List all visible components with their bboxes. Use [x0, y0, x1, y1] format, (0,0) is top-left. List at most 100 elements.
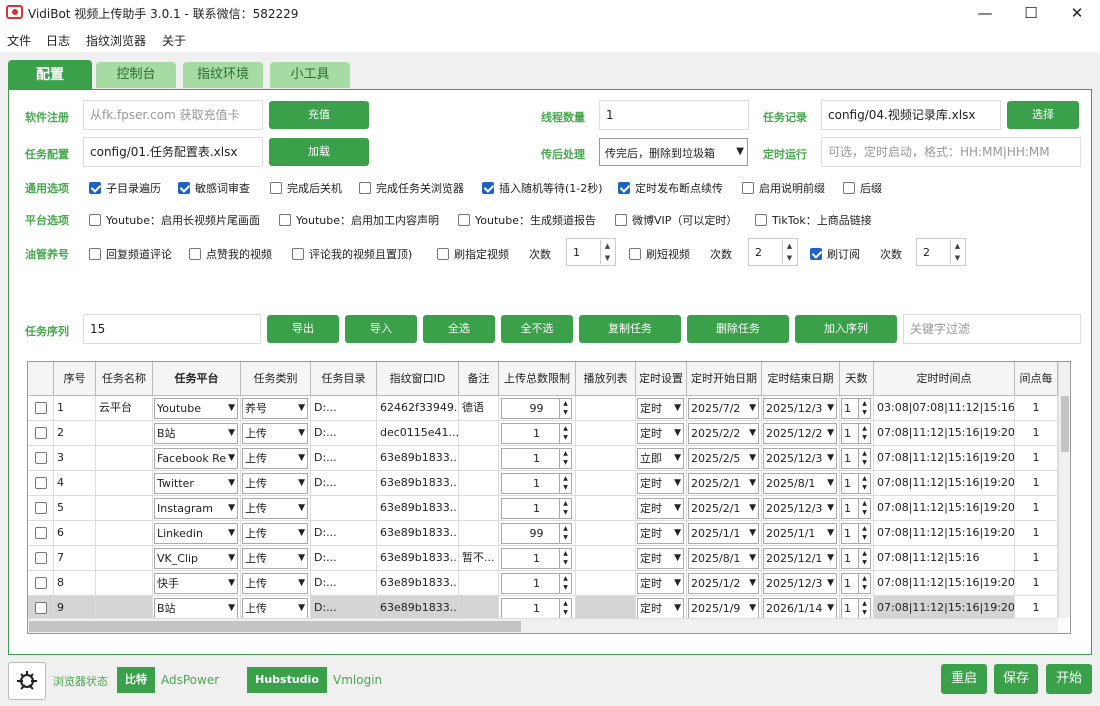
end-date-picker[interactable]: 2025/12/3 ▼ [763, 498, 837, 519]
option-random-wait[interactable]: 插入随机等待(1-2秒) [482, 180, 603, 196]
option-suffix[interactable]: 后缀 [843, 180, 882, 196]
checkbox[interactable] [458, 214, 470, 226]
checkbox[interactable] [437, 248, 449, 260]
stepper-arrows-icon[interactable]: ▲ ▼ [600, 240, 614, 264]
checkbox[interactable] [89, 248, 101, 260]
save-button[interactable]: 保存 [994, 664, 1038, 694]
vertical-scrollbar[interactable] [1058, 362, 1070, 618]
checkbox-checked[interactable] [810, 248, 822, 260]
type-select[interactable]: 上传 ▼ [242, 548, 308, 569]
option-tiktok-link[interactable]: TikTok：上商品链接 [755, 212, 872, 228]
row-checkbox-cell[interactable] [28, 571, 54, 596]
start-date-picker[interactable]: 2025/8/1 ▼ [688, 548, 759, 569]
start-date-picker[interactable]: 2025/1/9 ▼ [688, 598, 759, 619]
recharge-button[interactable]: 充值 [269, 101, 369, 129]
count-stepper-2[interactable]: 2 ▲ ▼ [748, 238, 798, 266]
checkbox-checked[interactable] [482, 182, 494, 194]
tab-tools[interactable]: 小工具 [270, 62, 350, 88]
export-button[interactable]: 导出 [267, 315, 339, 343]
record-file-input[interactable]: config/04.视频记录库.xlsx [821, 100, 1001, 130]
stepper-arrows-icon[interactable]: ▲ ▼ [559, 424, 571, 443]
end-date-picker[interactable]: 2025/12/3 ▼ [763, 573, 837, 594]
end-date-picker[interactable]: 2025/12/2 ▼ [763, 423, 837, 444]
checkbox[interactable] [755, 214, 767, 226]
limit-stepper[interactable]: 1 ▲ ▼ [501, 423, 572, 444]
option-prefix[interactable]: 启用说明前缀 [742, 180, 825, 196]
timer-input[interactable]: 可选，定时启动，格式：HH:MM|HH:MM [821, 137, 1081, 167]
days-stepper[interactable]: 1 ▲ ▼ [841, 573, 871, 594]
timing-select[interactable]: 定时 ▼ [637, 473, 684, 494]
checkbox[interactable] [615, 214, 627, 226]
keyword-filter-input[interactable]: 关键字过滤 [903, 314, 1081, 344]
select-all-button[interactable]: 全选 [423, 315, 495, 343]
option-shutdown[interactable]: 完成后关机 [270, 180, 342, 196]
stepper-arrows-icon[interactable]: ▲ ▼ [858, 549, 870, 568]
option-reply-comments[interactable]: 回复频道评论 [89, 246, 172, 262]
start-button[interactable]: 开始 [1046, 664, 1092, 694]
sequence-input[interactable]: 15 [83, 314, 261, 344]
start-date-picker[interactable]: 2025/2/1 ▼ [688, 473, 759, 494]
row-checkbox[interactable] [34, 452, 47, 464]
type-select[interactable]: 上传 ▼ [242, 573, 308, 594]
days-stepper[interactable]: 1 ▲ ▼ [841, 498, 871, 519]
type-select[interactable]: 上传 ▼ [242, 498, 308, 519]
option-yt-declare[interactable]: Youtube：启用加工内容声明 [279, 212, 439, 228]
row-checkbox[interactable] [34, 527, 47, 539]
platform-select[interactable]: Facebook Re ▼ [154, 448, 238, 469]
row-checkbox[interactable] [34, 552, 47, 564]
limit-stepper[interactable]: 99 ▲ ▼ [501, 523, 572, 544]
restart-button[interactable]: 重启 [941, 664, 987, 694]
option-comment-pin[interactable]: 评论我的视频且置顶) [292, 246, 412, 262]
option-watch-subs[interactable]: 刷订阅 [810, 246, 860, 262]
stepper-arrows-icon[interactable]: ▲ ▼ [858, 524, 870, 543]
stepper-arrows-icon[interactable]: ▲ ▼ [858, 399, 870, 418]
checkbox-checked[interactable] [618, 182, 630, 194]
limit-stepper[interactable]: 1 ▲ ▼ [501, 448, 572, 469]
tab-console[interactable]: 控制台 [96, 62, 176, 88]
days-stepper[interactable]: 1 ▲ ▼ [841, 473, 871, 494]
option-watch-specific[interactable]: 刷指定视频 [437, 246, 509, 262]
row-checkbox[interactable] [34, 602, 47, 614]
days-stepper[interactable]: 1 ▲ ▼ [841, 548, 871, 569]
stepper-arrows-icon[interactable]: ▲ ▼ [559, 499, 571, 518]
bitbrowser-button[interactable]: 比特 [117, 667, 155, 693]
timing-select[interactable]: 定时 ▼ [637, 548, 684, 569]
end-date-picker[interactable]: 2026/1/14 ▼ [763, 598, 837, 619]
option-sensitive[interactable]: 敏感词审查 [178, 180, 250, 196]
column-header[interactable]: 备注 [459, 362, 499, 396]
checkbox[interactable] [279, 214, 291, 226]
column-header[interactable]: 任务类别 [241, 362, 311, 396]
column-header[interactable]: 任务名称 [96, 362, 153, 396]
maximize-button[interactable]: ☐ [1008, 0, 1054, 26]
task-config-input[interactable]: config/01.任务配置表.xlsx [83, 137, 263, 167]
timing-select[interactable]: 定时 ▼ [637, 573, 684, 594]
stepper-arrows-icon[interactable]: ▲ ▼ [559, 524, 571, 543]
threads-input[interactable]: 1 [599, 100, 749, 130]
load-button[interactable]: 加载 [269, 138, 369, 166]
platform-select[interactable]: Instagram ▼ [154, 498, 238, 519]
stepper-arrows-icon[interactable]: ▲ ▼ [858, 449, 870, 468]
count-stepper-3[interactable]: 2 ▲ ▼ [916, 238, 966, 266]
start-date-picker[interactable]: 2025/2/1 ▼ [688, 498, 759, 519]
tab-fingerprint-env[interactable]: 指纹环境 [183, 62, 263, 88]
stepper-arrows-icon[interactable]: ▲ ▼ [950, 240, 964, 264]
end-date-picker[interactable]: 2025/8/1 ▼ [763, 473, 837, 494]
import-button[interactable]: 导入 [345, 315, 417, 343]
reg-code-input[interactable]: 从fk.fpser.com 获取充值卡 [83, 100, 263, 130]
platform-select[interactable]: Linkedin ▼ [154, 523, 238, 544]
limit-stepper[interactable]: 1 ▲ ▼ [501, 473, 572, 494]
row-checkbox[interactable] [34, 402, 47, 414]
count-stepper-1[interactable]: 1 ▲ ▼ [566, 238, 616, 266]
stepper-arrows-icon[interactable]: ▲ ▼ [858, 574, 870, 593]
column-header[interactable]: 播放列表 [576, 362, 636, 396]
checkbox[interactable] [89, 214, 101, 226]
checkbox[interactable] [292, 248, 304, 260]
bug-icon[interactable] [8, 662, 46, 700]
timing-select[interactable]: 立即 ▼ [637, 448, 684, 469]
checkbox[interactable] [359, 182, 371, 194]
row-checkbox[interactable] [34, 502, 47, 514]
close-button[interactable]: ✕ [1054, 0, 1100, 26]
end-date-picker[interactable]: 2025/12/3 ▼ [763, 448, 837, 469]
limit-stepper[interactable]: 1 ▲ ▼ [501, 548, 572, 569]
row-checkbox[interactable] [34, 427, 47, 439]
